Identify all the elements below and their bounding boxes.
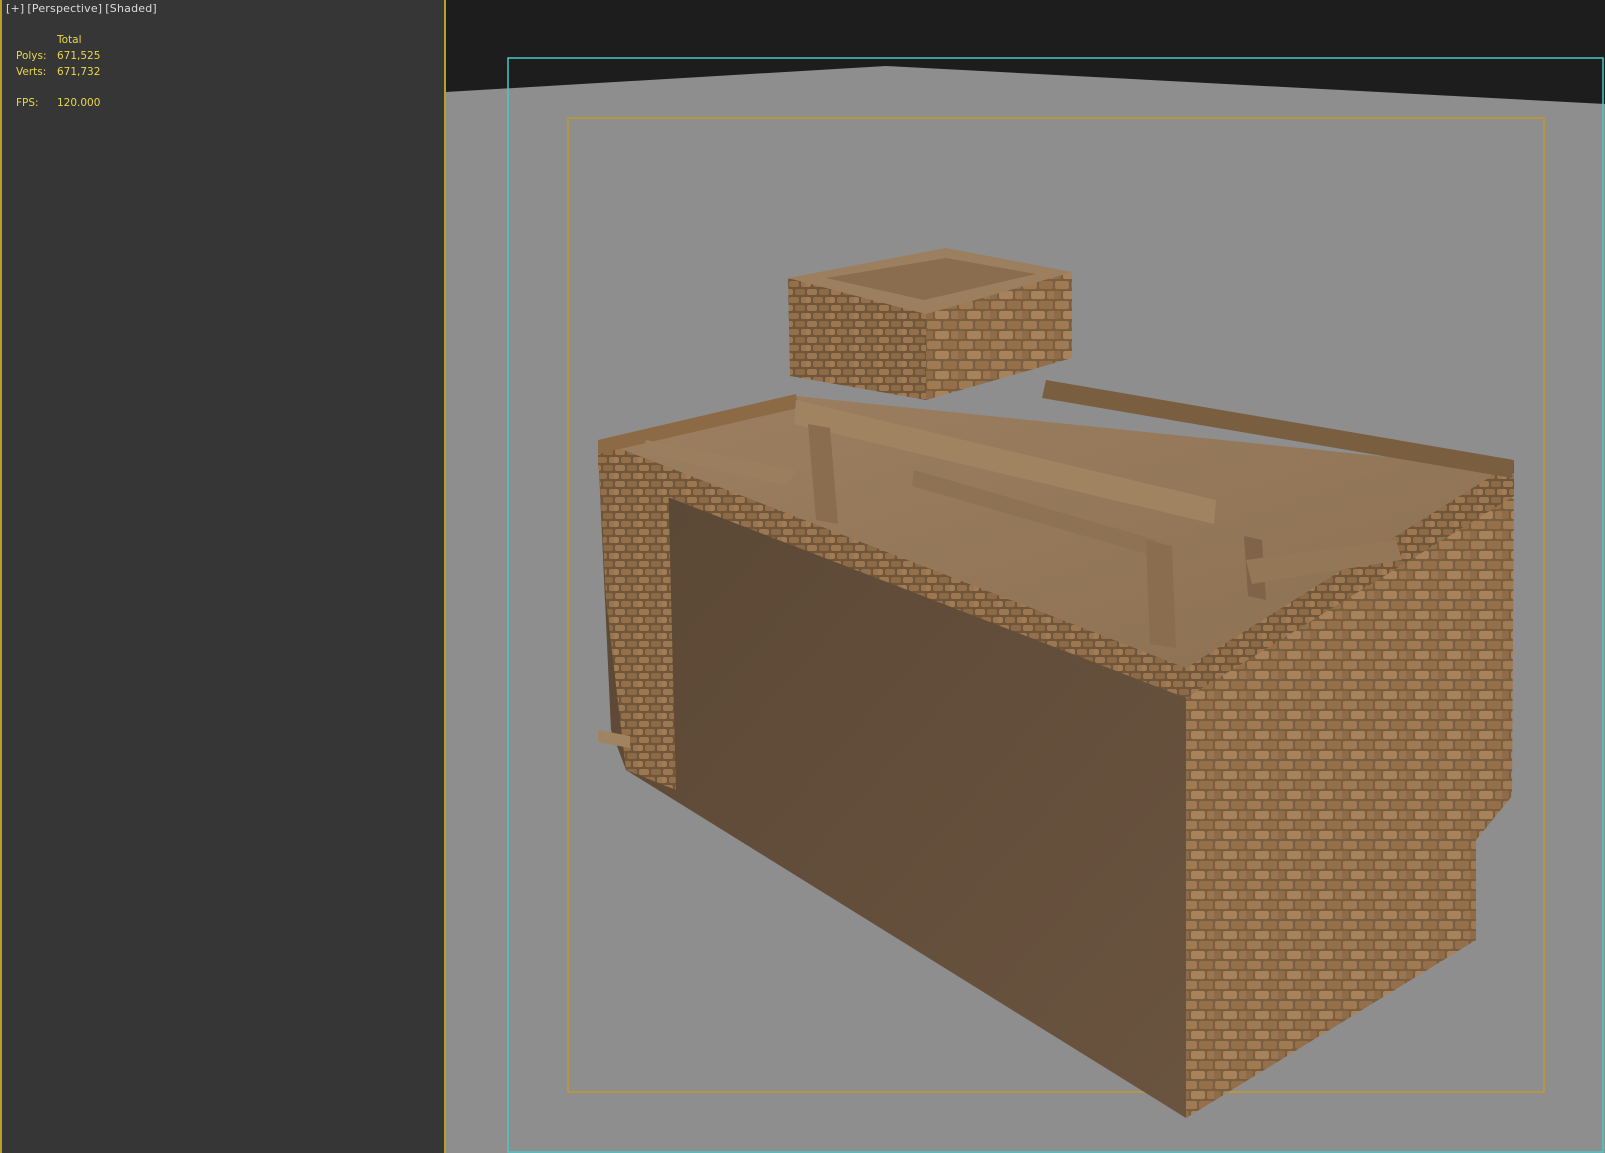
- viewport-view-menu[interactable]: [Perspective]: [27, 2, 105, 15]
- scene-render: [446, 57, 1605, 1153]
- fps-label: FPS:: [16, 97, 39, 109]
- stats-panel: [+] [Perspective] [Shaded] Total Polys: 671…: [0, 0, 446, 1153]
- verts-value: 671,732: [57, 66, 101, 78]
- polys-label: Polys:: [16, 50, 47, 62]
- verts-label: Verts:: [16, 66, 47, 78]
- stats-header: Total: [57, 34, 82, 46]
- fps-value: 120.000: [57, 97, 101, 109]
- 3d-viewport[interactable]: [+] [Perspective] [Shaded] Total Polys: 671…: [0, 0, 1605, 1153]
- viewport-plus-menu[interactable]: [+]: [6, 2, 27, 15]
- viewport-label-menu[interactable]: [+] [Perspective] [Shaded]: [6, 2, 160, 15]
- scene-statistics: Total Polys: 671,525 Verts: 671,732 FPS: 12…: [16, 32, 100, 111]
- perspective-scene[interactable]: [446, 0, 1605, 1153]
- viewport-shading-menu[interactable]: [Shaded]: [105, 2, 160, 15]
- wooden-post-right: [1146, 540, 1176, 648]
- polys-value: 671,525: [57, 50, 101, 62]
